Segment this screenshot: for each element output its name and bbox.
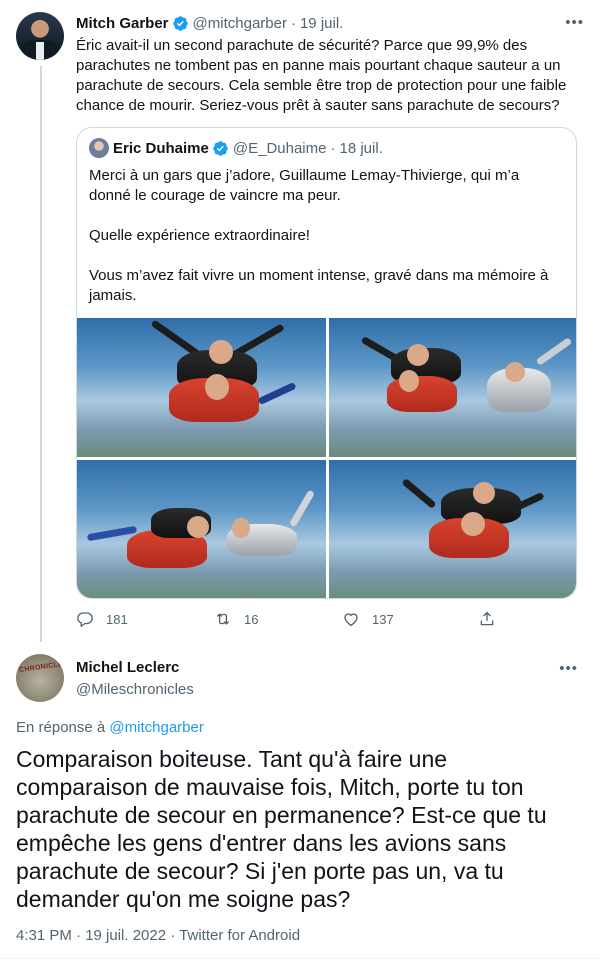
photo-grid — [77, 318, 576, 598]
separator-dot: · — [330, 139, 336, 157]
avatar-shirt — [36, 42, 44, 60]
more-options-icon[interactable]: ••• — [559, 660, 578, 677]
photo-figure-head — [232, 518, 250, 538]
divider — [0, 958, 600, 959]
quoted-paragraph: Vous m’avez fait vivre un moment intense… — [89, 267, 549, 304]
like-icon — [344, 613, 358, 627]
photo-figure-arm — [401, 477, 437, 510]
quoted-author-handle: @E_Duhaime — [232, 139, 327, 157]
share-action[interactable] — [478, 610, 508, 628]
quoted-paragraph: Merci à un gars que j’adore, Guillaume L… — [89, 167, 520, 204]
photo-figure-arm — [535, 337, 573, 366]
replying-to-line: En réponse à @mitchgarber — [16, 719, 204, 736]
photo-figure-head — [407, 344, 429, 366]
author-handle[interactable]: @mitchgarber — [193, 15, 287, 32]
tweet-mitch-garber[interactable]: Mitch Garber @mitchgarber · 19 juil. •••… — [76, 12, 584, 116]
replying-to-link[interactable]: @mitchgarber — [109, 719, 203, 736]
quoted-author-name: Eric Duhaime — [113, 139, 209, 157]
quoted-paragraph: Quelle expérience extraordinaire! — [89, 227, 310, 244]
photo-figure-head — [205, 374, 229, 400]
thread-connector-line — [40, 66, 42, 642]
photo-figure-head — [505, 362, 525, 382]
skydiving-photo[interactable] — [329, 318, 576, 457]
verified-badge-icon — [172, 15, 188, 31]
quoted-author-avatar — [89, 138, 109, 158]
separator-dot: · — [290, 14, 296, 32]
photo-figure-head — [399, 370, 419, 392]
photo-figure-head — [187, 516, 209, 538]
photo-figure-head — [461, 512, 485, 536]
reply-author-name[interactable]: Michel Leclerc — [76, 658, 194, 678]
tweet-date[interactable]: 19 juil. — [300, 15, 343, 32]
reply-icon — [77, 612, 93, 628]
skydiving-photo[interactable] — [329, 460, 576, 598]
share-icon — [480, 611, 494, 626]
tweet-actions: 181 16 137 — [76, 610, 516, 634]
tweet-metadata[interactable]: 4:31 PM · 19 juil. 2022 · Twitter for An… — [16, 927, 300, 944]
tweet-text: Éric avait-il un second parachute de séc… — [76, 37, 567, 114]
retweet-action[interactable]: 16 — [214, 610, 258, 628]
photo-figure-head — [209, 340, 233, 364]
avatar-logo-text: CHRONICLE — [18, 660, 64, 675]
reply-text: Comparaison boiteuse. Tant qu'à faire un… — [16, 746, 547, 912]
tweet-header: Mitch Garber @mitchgarber · 19 juil. — [76, 12, 584, 34]
retweet-count: 16 — [244, 611, 259, 627]
reply-count: 181 — [106, 611, 128, 627]
quoted-tweet-text: Merci à un gars que j’adore, Guillaume L… — [89, 166, 565, 326]
reply-author: Michel Leclerc @Mileschronicles — [76, 658, 194, 700]
more-options-icon[interactable]: ••• — [565, 14, 584, 31]
like-action[interactable]: 137 — [342, 610, 394, 628]
reply-author-handle[interactable]: @Mileschronicles — [76, 680, 194, 700]
reply-action[interactable]: 181 — [76, 610, 128, 628]
photo-figure — [387, 376, 457, 412]
photo-figure-leg — [257, 381, 297, 406]
replying-to-prefix: En réponse à — [16, 719, 106, 736]
retweet-icon — [216, 613, 230, 625]
like-count: 137 — [372, 611, 394, 627]
verified-badge-icon — [213, 140, 228, 156]
avatar-mitch-garber[interactable] — [16, 12, 64, 60]
author-name[interactable]: Mitch Garber — [76, 15, 169, 32]
photo-figure-head — [473, 482, 495, 504]
photo-figure-leg — [288, 489, 316, 528]
quoted-tweet-header: Eric Duhaime @E_Duhaime · 18 juil. — [89, 138, 383, 158]
skydiving-photo[interactable] — [77, 460, 326, 598]
quoted-tweet-date: 18 juil. — [339, 139, 383, 157]
skydiving-photo[interactable] — [77, 318, 326, 457]
avatar-michel-leclerc[interactable]: CHRONICLE — [16, 654, 64, 702]
quoted-tweet[interactable]: Eric Duhaime @E_Duhaime · 18 juil. Merci… — [76, 127, 577, 599]
